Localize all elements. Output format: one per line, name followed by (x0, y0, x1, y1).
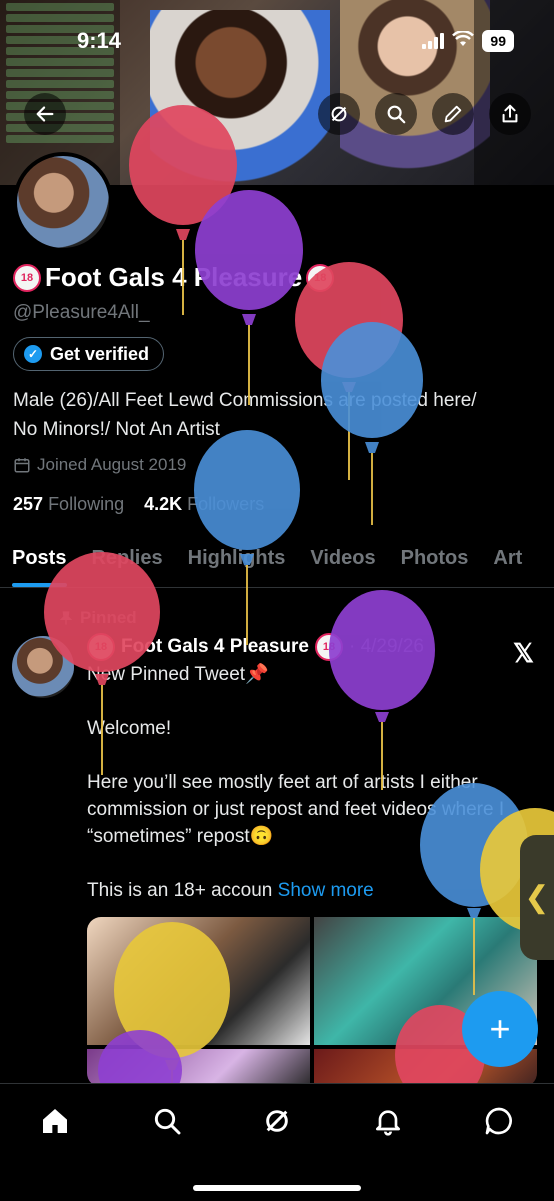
post-text: New Pinned Tweet📌 Welcome! Here you’ll s… (87, 661, 537, 904)
bio-line: No Minors!/ Not An Artist (13, 419, 220, 440)
age-18-badge: 18 (314, 633, 343, 661)
compose-post-button[interactable]: + (462, 991, 538, 1067)
grok-button[interactable] (318, 93, 360, 135)
tab-highlights[interactable]: Highlights (176, 533, 299, 587)
follow-stats: 257 Following 4.2K Followers (13, 494, 264, 515)
battery-indicator: 99 (482, 30, 514, 52)
edit-icon (444, 105, 462, 123)
profile-avatar[interactable] (13, 152, 113, 252)
home-indicator (193, 1185, 361, 1191)
home-icon (43, 1109, 67, 1133)
plus-icon: + (489, 1008, 511, 1049)
tab-photos[interactable]: Photos (389, 533, 482, 587)
share-button[interactable] (489, 93, 531, 135)
grok-icon (331, 106, 347, 122)
pinned-label: Pinned (80, 608, 137, 627)
post-line: Welcome! (87, 718, 172, 739)
search-icon (387, 105, 406, 124)
bell-icon (376, 1110, 400, 1136)
messages-icon (485, 1107, 512, 1135)
verified-check-icon: ✓ (24, 345, 42, 363)
back-button[interactable] (24, 93, 66, 135)
profile-display-name: 18 Foot Gals 4 Pleasure 18 (13, 262, 335, 293)
profile-tabs: Posts Replies Highlights Videos Photos A… (0, 533, 554, 588)
post-header: 18 Foot Gals 4 Pleasure 18 · 4/29/26 (87, 633, 424, 661)
share-icon (502, 104, 518, 123)
tab-posts[interactable]: Posts (0, 533, 79, 587)
bio-line: Male (26)/All Feet Lewd Commissions are … (13, 390, 477, 411)
back-arrow-icon (36, 106, 54, 122)
status-icons: 99 (422, 29, 514, 52)
age-18-badge: 18 (13, 263, 41, 292)
nav-grok[interactable] (257, 1101, 297, 1141)
display-name-text: Foot Gals 4 Pleasure (45, 262, 303, 292)
post-media-grid (87, 917, 537, 1087)
balloon (195, 190, 303, 405)
followers-count: 4.2K (144, 494, 183, 514)
profile-bio: Male (26)/All Feet Lewd Commissions are … (13, 386, 543, 444)
media-image[interactable] (87, 1049, 310, 1087)
age-18-badge: 18 (87, 633, 115, 661)
followers-link[interactable]: 4.2K Followers (144, 494, 264, 514)
tab-videos[interactable]: Videos (298, 533, 388, 587)
joined-date: Joined August 2019 (13, 455, 186, 475)
media-image[interactable] (87, 917, 310, 1045)
profile-handle: @Pleasure4All_ (13, 302, 150, 323)
get-verified-label: Get verified (50, 343, 150, 364)
get-verified-button[interactable]: ✓ Get verified (13, 337, 165, 371)
following-count: 257 (13, 494, 44, 514)
edit-button[interactable] (432, 93, 474, 135)
tab-replies[interactable]: Replies (79, 533, 175, 587)
age-18-badge: 18 (306, 263, 335, 292)
post-author-name[interactable]: Foot Gals 4 Pleasure (121, 636, 309, 658)
show-more-link[interactable]: Show more (278, 880, 374, 901)
bottom-navigation (0, 1083, 554, 1201)
balloon (295, 262, 403, 480)
post-date[interactable]: · 4/29/26 (349, 636, 424, 658)
grok-icon (266, 1110, 288, 1132)
followers-label: Followers (187, 494, 265, 514)
post-line: New Pinned Tweet📌 (87, 664, 269, 685)
status-time: 9:14 (77, 28, 122, 53)
joined-text: Joined August 2019 (37, 455, 187, 474)
post-line: Here you’ll see mostly feet art of artis… (87, 772, 505, 847)
post-author-avatar[interactable] (12, 636, 74, 698)
calendar-icon (14, 458, 30, 473)
following-link[interactable]: 257 Following (13, 494, 124, 514)
nav-home[interactable] (35, 1101, 75, 1141)
tab-articles[interactable]: Art (481, 533, 535, 587)
pin-icon (59, 611, 73, 625)
pinned-indicator: Pinned (58, 608, 137, 628)
status-bar: 9:14 99 (0, 0, 554, 80)
nav-messages[interactable] (479, 1101, 519, 1141)
side-panel-handle[interactable]: ❮ (520, 835, 554, 960)
post-line: This is an 18+ accoun Show more (87, 880, 374, 901)
nav-notifications[interactable] (368, 1101, 408, 1141)
search-button[interactable] (375, 93, 417, 135)
following-label: Following (48, 494, 125, 514)
signal-icon (422, 33, 445, 49)
nav-search[interactable] (147, 1101, 187, 1141)
chevron-left-icon: ❮ (524, 881, 550, 914)
search-icon (154, 1108, 181, 1135)
wifi-icon (452, 29, 475, 52)
